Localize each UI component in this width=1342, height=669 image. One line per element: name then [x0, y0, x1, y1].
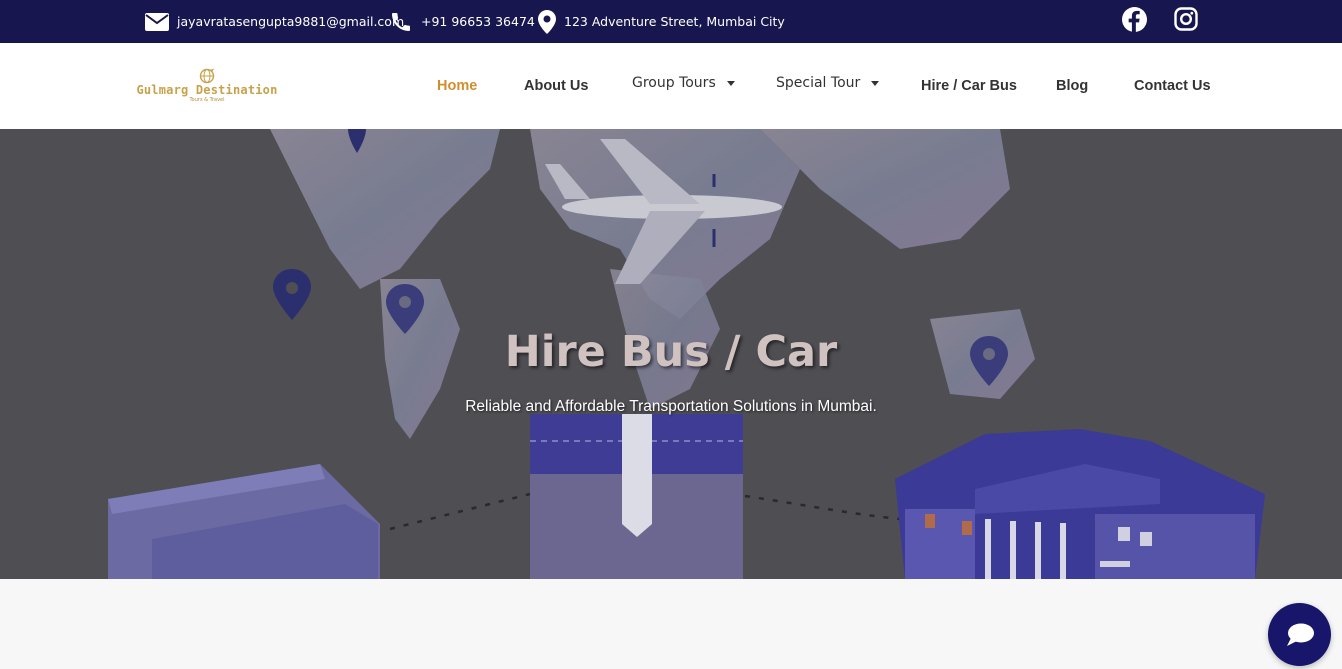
nav-label: Contact Us	[1134, 78, 1211, 94]
nav-contact-us[interactable]: Contact Us	[1134, 43, 1211, 129]
nav-label: About Us	[524, 78, 589, 94]
instagram-icon[interactable]	[1173, 6, 1199, 32]
nav-label: Special Tour	[776, 75, 861, 91]
phone-text: +91 96653 36474	[421, 14, 535, 29]
nav-label: Group Tours	[632, 75, 716, 91]
logo-name: Gulmarg Destination	[136, 83, 278, 97]
chat-bubble-icon	[1286, 623, 1314, 646]
hero-subtitle: Reliable and Affordable Transportation S…	[465, 398, 877, 415]
hero-title: Hire Bus / Car	[504, 327, 838, 377]
hero-banner: Hire Bus / Car Reliable and Affordable T…	[0, 129, 1342, 579]
nav-home[interactable]: Home	[437, 43, 477, 129]
nav-label: Blog	[1056, 78, 1089, 94]
caret-down-icon	[726, 81, 735, 86]
nav-blog[interactable]: Blog	[1056, 43, 1088, 129]
caret-down-icon	[871, 81, 880, 86]
address-text: 123 Adventure Street, Mumbai City	[564, 14, 785, 29]
address-contact[interactable]: 123 Adventure Street, Mumbai City	[538, 0, 785, 43]
chat-button[interactable]	[1268, 603, 1331, 666]
nav-about-us[interactable]: About Us	[524, 43, 588, 129]
facebook-icon[interactable]	[1121, 6, 1147, 32]
nav-group-tours[interactable]: Group Tours	[632, 40, 735, 126]
email-contact[interactable]: jayavratasengupta9881@gmail.com	[145, 0, 404, 43]
nav-special-tour[interactable]: Special Tour	[776, 40, 880, 126]
nav-label: Hire / Car Bus	[921, 78, 1017, 94]
email-text: jayavratasengupta9881@gmail.com	[177, 14, 405, 29]
main-navbar: Gulmarg Destination Tours & Travel Home …	[0, 43, 1342, 129]
phone-contact[interactable]: +91 96653 36474	[389, 0, 535, 43]
map-pin-icon	[538, 9, 556, 34]
logo-tagline: Tours & Travel	[189, 97, 225, 103]
site-logo[interactable]: Gulmarg Destination Tours & Travel	[134, 55, 280, 117]
top-contact-bar: jayavratasengupta9881@gmail.com +91 9665…	[0, 0, 1342, 43]
phone-icon	[389, 10, 413, 34]
nav-label: Home	[437, 78, 478, 94]
globe-logo-icon	[199, 68, 215, 84]
nav-hire-car-bus[interactable]: Hire / Car Bus	[921, 43, 1017, 129]
envelope-icon	[145, 12, 169, 31]
